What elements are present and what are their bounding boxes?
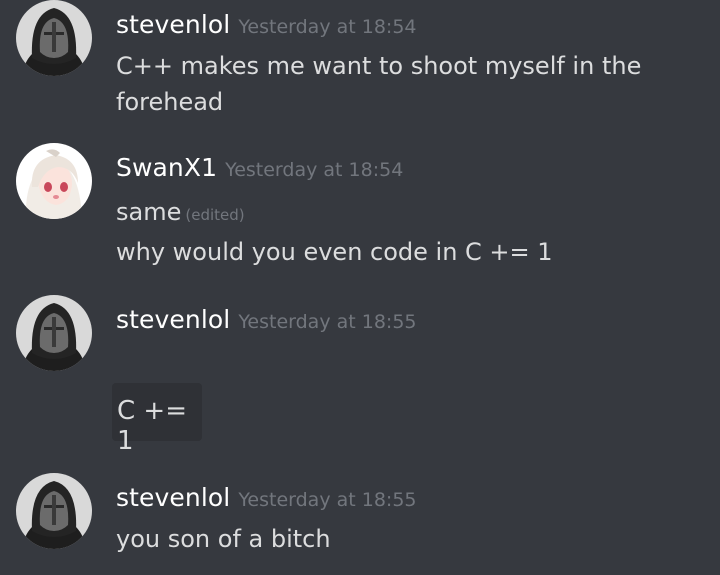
username[interactable]: stevenlol [116,483,230,512]
username[interactable]: stevenlol [116,305,230,334]
message-text-content: same [116,198,182,226]
message-text: why would you even code in C += 1 [116,238,553,266]
user-avatar-steven[interactable] [16,0,92,76]
message-text: C++ makes me want to shoot myself in the [116,52,642,80]
username[interactable]: SwanX1 [116,153,217,182]
message-header: stevenlol Yesterday at 18:54 [116,10,417,39]
timestamp[interactable]: Yesterday at 18:55 [238,489,416,511]
user-avatar-swan[interactable] [16,143,92,219]
message-header: stevenlol Yesterday at 18:55 [116,483,417,512]
anime-girl-avatar-icon [16,143,92,219]
message-text: you son of a bitch [116,525,331,553]
hooded-mask-avatar-icon [16,473,92,549]
message-header: SwanX1 Yesterday at 18:54 [116,153,403,182]
hooded-mask-avatar-icon [16,0,92,76]
code-text: C += 1 [117,396,187,456]
message-header: stevenlol Yesterday at 18:55 [116,305,417,334]
username[interactable]: stevenlol [116,10,230,39]
user-avatar-steven[interactable] [16,473,92,549]
user-avatar-steven[interactable] [16,295,92,371]
timestamp[interactable]: Yesterday at 18:54 [238,16,416,38]
hooded-mask-avatar-icon [16,295,92,371]
message-text: forehead [116,88,224,116]
message-text: same (edited) [116,198,245,226]
timestamp[interactable]: Yesterday at 18:55 [238,311,416,333]
edited-label: (edited) [185,206,245,224]
timestamp[interactable]: Yesterday at 18:54 [225,159,403,181]
inline-code-block: C += 1 [112,383,202,456]
